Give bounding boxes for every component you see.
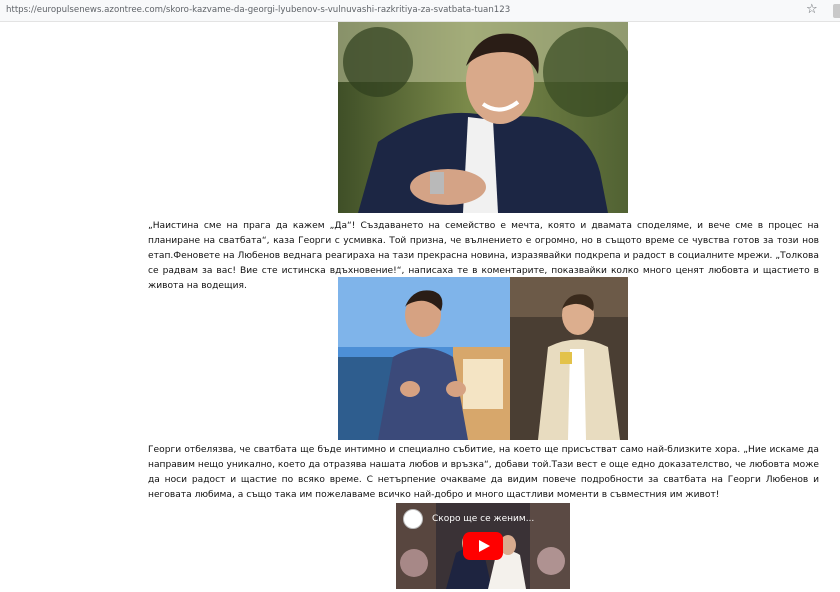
photo-collage-tv-host (338, 277, 628, 440)
article-photo-top (338, 22, 628, 213)
photo-portrait-navy-blazer (338, 22, 628, 213)
article-content: „Наистина сме на прага да кажем „Да“! Съ… (0, 22, 840, 592)
url-text[interactable]: https://europulsenews.azontree.com/skoro… (6, 5, 510, 15)
channel-avatar[interactable] (403, 509, 423, 529)
star-icon[interactable]: ☆ (806, 2, 818, 18)
browser-address-bar[interactable]: https://europulsenews.azontree.com/skoro… (0, 0, 840, 22)
play-icon[interactable] (463, 532, 503, 560)
article-photo-collage (338, 277, 628, 440)
article-paragraph-2: Георги отбелязва, че сватбата ще бъде ин… (148, 445, 819, 500)
video-embed[interactable]: Скоро ще се женим... (396, 503, 570, 589)
browser-edge-control (833, 4, 840, 18)
video-title[interactable]: Скоро ще се женим... (432, 514, 534, 524)
